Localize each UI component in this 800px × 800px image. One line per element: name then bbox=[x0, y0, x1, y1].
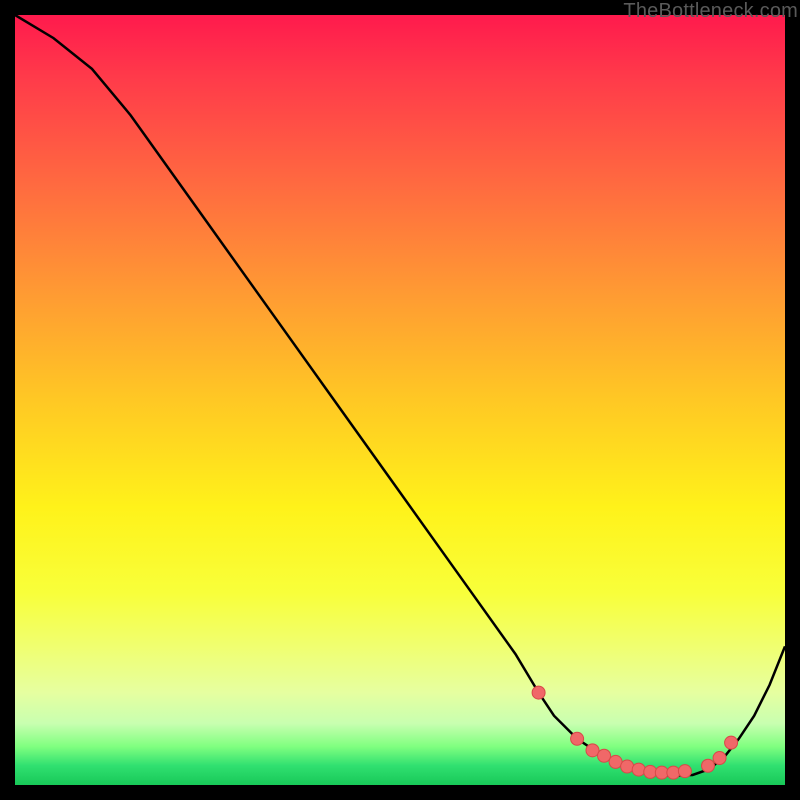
marker-point bbox=[532, 686, 545, 699]
marker-point bbox=[725, 736, 738, 749]
marker-point bbox=[678, 765, 691, 778]
chart-stage: TheBottleneck.com bbox=[0, 0, 800, 800]
curve-overlay bbox=[15, 15, 785, 785]
marker-point bbox=[632, 763, 645, 776]
marker-point bbox=[667, 766, 680, 779]
marker-point bbox=[702, 759, 715, 772]
marker-point bbox=[598, 749, 611, 762]
marker-point bbox=[621, 760, 634, 773]
bottleneck-curve bbox=[15, 15, 785, 776]
marker-point bbox=[586, 744, 599, 757]
marker-point bbox=[609, 755, 622, 768]
watermark-label: TheBottleneck.com bbox=[623, 0, 798, 23]
plot-area bbox=[15, 15, 785, 785]
marker-point bbox=[644, 765, 657, 778]
marker-point bbox=[571, 732, 584, 745]
marker-point bbox=[713, 752, 726, 765]
highlight-markers bbox=[532, 686, 738, 779]
